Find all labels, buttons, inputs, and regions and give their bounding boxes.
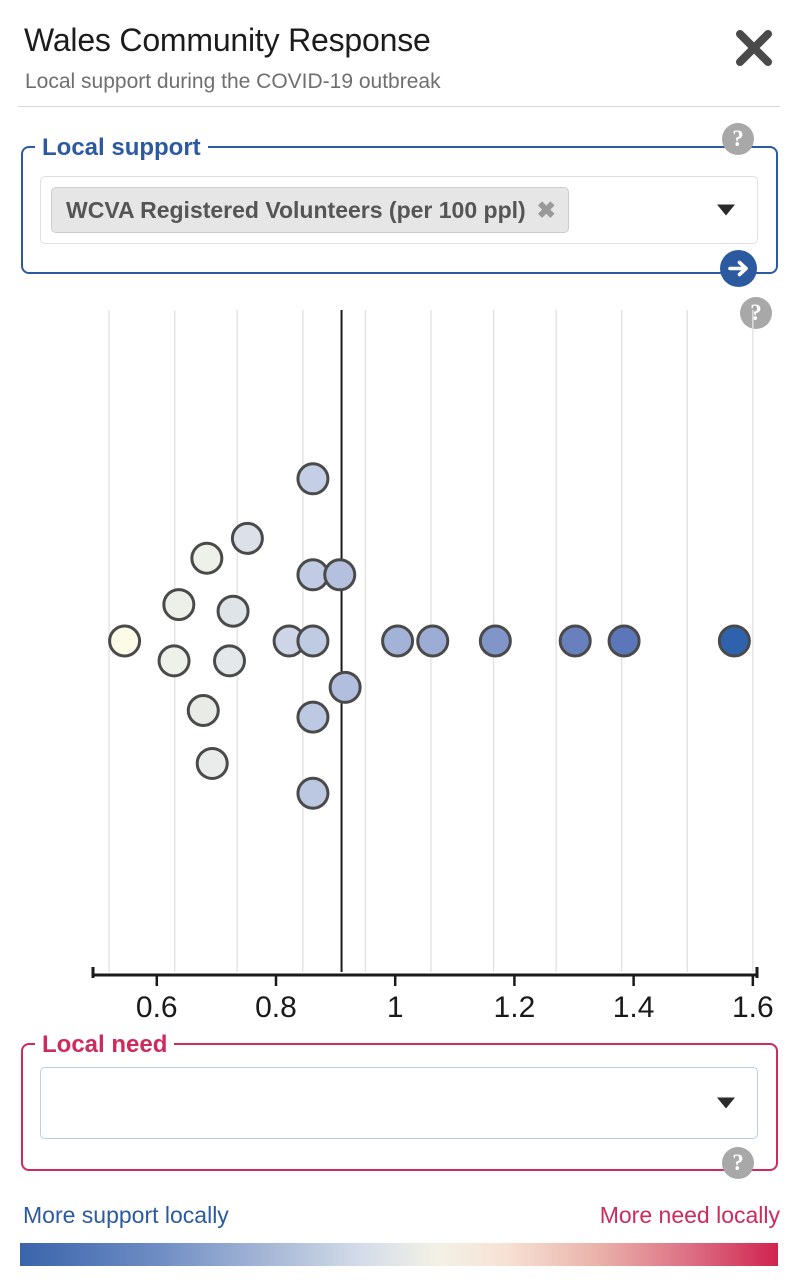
scale-label-need: More need locally [599, 1202, 780, 1228]
data-point[interactable] [323, 558, 357, 592]
token-remove-icon[interactable]: ✖ [537, 198, 556, 222]
data-point[interactable] [157, 644, 191, 678]
data-point[interactable] [186, 694, 220, 728]
arrow-right-icon[interactable] [720, 250, 757, 287]
chevron-down-icon[interactable] [717, 204, 735, 216]
local-support-panel: Local support WCVA Registered Volunteers… [21, 134, 778, 274]
beeswarm-chart: 0.6 0.8 1 1.2 1.4 1.6 [0, 300, 798, 1020]
local-support-legend: Local support [35, 134, 208, 162]
local-support-select[interactable]: WCVA Registered Volunteers (per 100 ppl)… [40, 176, 758, 244]
chart-canvas: 0.6 0.8 1 1.2 1.4 1.6 [91, 310, 774, 1020]
x-tick-label: 1.4 [613, 991, 655, 1020]
x-tick-label: 0.6 [136, 991, 178, 1020]
data-point[interactable] [478, 624, 512, 658]
data-point[interactable] [296, 700, 330, 734]
data-point[interactable] [213, 644, 246, 678]
data-point[interactable] [717, 624, 751, 658]
x-tick-label: 1.2 [494, 991, 536, 1020]
dialog-header: Wales Community Response Local support d… [0, 0, 798, 108]
data-point[interactable] [162, 588, 196, 622]
data-point[interactable] [416, 624, 450, 658]
selected-token-local-support: WCVA Registered Volunteers (per 100 ppl)… [51, 187, 569, 233]
data-point[interactable] [195, 746, 229, 780]
help-icon-local-need[interactable]: ? [722, 1147, 754, 1179]
data-point[interactable] [108, 624, 142, 658]
data-point[interactable] [296, 624, 330, 658]
local-need-legend: Local need [35, 1031, 175, 1059]
data-point[interactable] [296, 462, 330, 496]
data-point[interactable] [230, 521, 264, 555]
data-point[interactable] [190, 541, 224, 575]
local-need-panel: Local need [21, 1031, 778, 1171]
page-subtitle: Local support during the COVID-19 outbre… [25, 70, 441, 93]
data-point[interactable] [328, 670, 362, 704]
scale-label-support: More support locally [23, 1202, 229, 1228]
chevron-down-icon[interactable] [717, 1097, 735, 1109]
x-tick-label: 1.6 [732, 991, 774, 1020]
color-scale-bar [20, 1243, 778, 1266]
x-tick-label: 1 [387, 991, 404, 1020]
data-point[interactable] [607, 624, 641, 658]
page-title: Wales Community Response [24, 22, 431, 58]
local-need-select[interactable] [40, 1067, 758, 1139]
close-icon[interactable] [732, 26, 776, 70]
help-icon-local-support[interactable]: ? [722, 123, 754, 155]
data-point[interactable] [381, 624, 415, 658]
x-tick-label: 0.8 [255, 991, 297, 1020]
header-divider [18, 106, 780, 107]
data-point[interactable] [296, 776, 330, 810]
data-point[interactable] [216, 594, 250, 628]
data-point[interactable] [558, 624, 592, 658]
token-label: WCVA Registered Volunteers (per 100 ppl) [66, 196, 526, 223]
